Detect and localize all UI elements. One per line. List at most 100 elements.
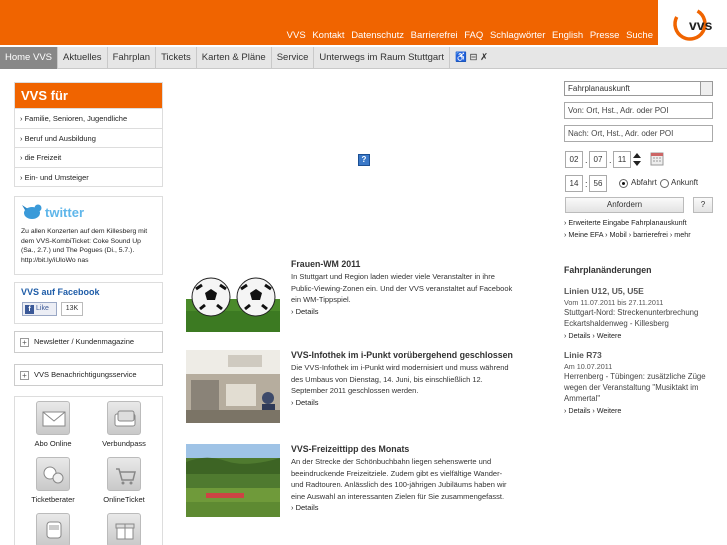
calendar-icon[interactable] [650, 151, 664, 166]
nav-karten[interactable]: Karten & Pläne [197, 47, 272, 69]
chevron-down-icon[interactable] [700, 81, 713, 96]
date-stepper-icon[interactable] [633, 153, 641, 166]
vvs-fuer-title: VVS für [15, 83, 162, 108]
main-nav: Home VVS Aktuelles Fahrplan Tickets Kart… [0, 47, 727, 69]
plugin-placeholder-icon[interactable]: ? [358, 154, 370, 166]
toplink-faq[interactable]: FAQ [464, 30, 483, 41]
change-text: Stuttgart-Nord: Streckenunterbrechung Ec… [564, 308, 699, 328]
service-onlineticket[interactable]: OnlineTicket [91, 457, 157, 504]
nav-home[interactable]: Home VVS [0, 47, 58, 69]
toplink-schlagwoerter[interactable]: Schlagwörter [490, 30, 545, 41]
change-item: Linie R73 Am 10.07.2011 Herrenberg - Tüb… [564, 350, 713, 415]
month-input[interactable]: 07 [589, 151, 607, 168]
service-abo-online[interactable]: Abo Online [20, 401, 86, 448]
planner-type-value: Fahrplanauskunft [568, 84, 630, 93]
news-item: VVS-Freizeittipp des Monats An der Strec… [186, 444, 516, 534]
news-text: Die VVS-Infothek im i-Punkt wird moderni… [291, 363, 509, 395]
news-title[interactable]: VVS-Infothek im i-Punkt vorübergehend ge… [291, 350, 516, 361]
date-separator: . [609, 155, 612, 165]
date-row: 02 . 07 . 11 [564, 151, 713, 168]
nav-aktuelles[interactable]: Aktuelles [58, 47, 108, 69]
mobile-links[interactable]: › Meine EFA › Mobil › barrierefrei › meh… [564, 230, 691, 239]
nav-service[interactable]: Service [272, 47, 315, 69]
nav-tickets[interactable]: Tickets [156, 47, 197, 69]
news-image-landscape[interactable] [186, 444, 280, 517]
plus-icon: + [20, 338, 29, 347]
facebook-like-count: 13K [61, 302, 83, 316]
site-header: VVS Kontakt Datenschutz Barrierefrei FAQ… [0, 0, 727, 45]
submit-button[interactable]: Anfordern [565, 197, 684, 213]
help-button[interactable]: ? [693, 197, 713, 213]
toplink-barrierefrei[interactable]: Barrierefrei [411, 30, 458, 41]
change-links[interactable]: › Details › Weitere [564, 406, 713, 415]
service-grid: Abo Online Verbundpass Ticketberater Onl… [14, 396, 163, 545]
facebook-icon: f [25, 305, 34, 314]
change-date: Vom 11.07.2011 bis 27.11.2011 [564, 298, 664, 307]
news-image-infothek[interactable] [186, 350, 280, 423]
nav-unterwegs[interactable]: Unterwegs im Raum Stuttgart [314, 47, 450, 69]
change-links[interactable]: › Details › Weitere [564, 331, 713, 340]
departure-radio[interactable] [619, 179, 628, 188]
from-input[interactable]: Von: Ort, Hst., Adr. oder POI [564, 102, 713, 119]
news-body: VVS-Infothek im i-Punkt vorübergehend ge… [291, 350, 516, 407]
gift-icon [107, 513, 141, 545]
facebook-title[interactable]: VVS auf Facebook [21, 287, 156, 297]
news-text: An der Strecke der Schönbuchbahn liegen … [291, 457, 507, 501]
service-ticketberater[interactable]: Ticketberater [20, 457, 86, 504]
news-text: In Stuttgart und Region laden wieder vie… [291, 272, 513, 304]
service-verbundpass[interactable]: Verbundpass [91, 401, 157, 448]
service-vehicle[interactable] [20, 513, 86, 545]
changes-title: Fahrplanänderungen [564, 265, 652, 275]
notification-accordion[interactable]: + VVS Benachrichtigungsservice [14, 364, 163, 386]
change-text: Herrenberg - Tübingen: zusätzliche Züge … [564, 372, 706, 403]
arrival-radio[interactable] [660, 179, 669, 188]
toplink-vvs[interactable]: VVS [287, 30, 306, 41]
facebook-box: VVS auf Facebook f Like 13K [14, 282, 163, 324]
to-input[interactable]: Nach: Ort, Hst., Adr. oder POI [564, 125, 713, 142]
vvs-fuer-item-umsteiger[interactable]: › Ein- und Umsteiger [15, 166, 162, 187]
extended-input-link[interactable]: › Erweiterte Eingabe Fahrplanauskunft [564, 218, 687, 227]
planner-type-select[interactable]: Fahrplanauskunft [564, 81, 713, 96]
news-title[interactable]: VVS-Freizeittipp des Monats [291, 444, 516, 455]
toplink-kontakt[interactable]: Kontakt [312, 30, 344, 41]
change-title: Linien U12, U5, U5E [564, 286, 644, 296]
facebook-like-button[interactable]: f Like [22, 302, 57, 316]
logo-text: vvs [689, 17, 713, 33]
train-icon [36, 513, 70, 545]
toplink-suche[interactable]: Suche [626, 30, 653, 41]
nav-fahrplan[interactable]: Fahrplan [108, 47, 157, 69]
day-input[interactable]: 02 [565, 151, 583, 168]
newsletter-accordion-label: Newsletter / Kundenmagazine [34, 337, 135, 346]
arrival-label: Ankunft [671, 178, 699, 187]
tweet-text: Zu allen Konzerten auf dem Killesberg mi… [21, 228, 148, 264]
card-icon [107, 401, 141, 435]
cart-icon [107, 457, 141, 491]
news-details-link[interactable]: › Details [291, 307, 516, 316]
news-image-soccer[interactable] [186, 259, 280, 332]
newsletter-accordion[interactable]: + Newsletter / Kundenmagazine [14, 331, 163, 353]
twitter-logo-icon[interactable]: twitter [21, 201, 101, 223]
service-gift[interactable] [91, 513, 157, 545]
change-item: Linien U12, U5, U5E Vom 11.07.2011 bis 2… [564, 286, 713, 340]
news-details-link[interactable]: › Details [291, 398, 516, 407]
service-onlineticket-label: OnlineTicket [103, 495, 145, 504]
date-separator: . [585, 155, 588, 165]
toplink-presse[interactable]: Presse [590, 30, 620, 41]
news-title[interactable]: Frauen-WM 2011 [291, 259, 516, 270]
news-details-link[interactable]: › Details [291, 503, 516, 512]
notification-accordion-label: VVS Benachrichtigungsservice [34, 370, 137, 379]
departure-label: Abfahrt [631, 178, 657, 187]
envelope-icon [36, 401, 70, 435]
vvs-logo[interactable]: vvs [672, 6, 718, 42]
vvs-fuer-item-familie[interactable]: › Familie, Senioren, Jugendliche [15, 108, 162, 128]
toplink-datenschutz[interactable]: Datenschutz [351, 30, 404, 41]
minute-input[interactable]: 56 [589, 175, 607, 192]
nav-accessibility-icons[interactable]: ♿ ⊟ ✗ [450, 47, 493, 69]
hour-input[interactable]: 14 [565, 175, 583, 192]
year-input[interactable]: 11 [613, 151, 631, 168]
left-column: VVS für › Familie, Senioren, Jugendliche… [14, 82, 163, 386]
vvs-fuer-item-beruf[interactable]: › Beruf und Ausbildung [15, 127, 162, 148]
vvs-fuer-item-freizeit[interactable]: › die Freizeit [15, 147, 162, 167]
time-separator: : [585, 179, 588, 189]
toplink-english[interactable]: English [552, 30, 583, 41]
